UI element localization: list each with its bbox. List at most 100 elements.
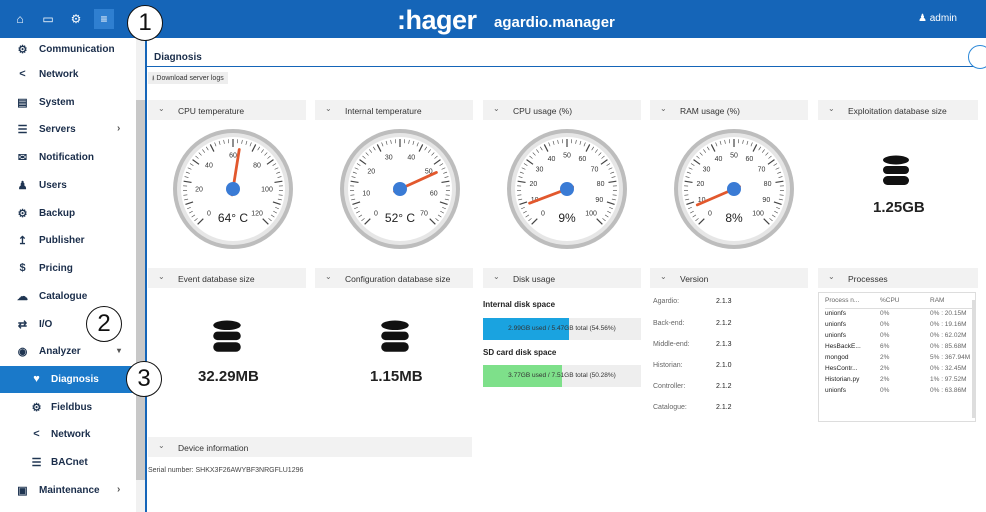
users-icon: ♟ bbox=[17, 180, 28, 192]
cloud-icon: ☁ bbox=[17, 291, 28, 303]
version-name: Catalogue: bbox=[653, 404, 687, 411]
table-row[interactable]: mongod 2% 5% : 367.94M bbox=[825, 352, 973, 363]
gauge-tick-label: 20 bbox=[530, 181, 538, 188]
sliders-icon[interactable]: ≡ bbox=[94, 9, 114, 29]
processes-table: Process n... %CPU RAM unionfs 0% 0% : 20.1… bbox=[825, 293, 973, 396]
version-value: 2.1.2 bbox=[716, 404, 732, 411]
sidebar-item-diagnosis[interactable]: ♥ Diagnosis bbox=[0, 366, 136, 393]
sidebar-item-servers[interactable]: ☰ Servers › bbox=[0, 116, 136, 143]
panel-disk-usage[interactable]: ⌄ Disk usage bbox=[483, 268, 641, 288]
home-icon[interactable]: ⌂ bbox=[10, 9, 30, 29]
internal-disk-bar: 2.99GB used / 5.47GB total (54.56%) bbox=[483, 318, 641, 340]
system-icon: ▤ bbox=[17, 97, 28, 109]
search-button[interactable] bbox=[968, 45, 986, 69]
sidebar-item-backup[interactable]: ⚙ Backup bbox=[0, 200, 136, 227]
column-header[interactable]: RAM bbox=[930, 293, 973, 309]
table-row[interactable]: HesBackE... 6% 0% : 85.68M bbox=[825, 341, 973, 352]
chevron-down-icon: ⌄ bbox=[325, 272, 332, 281]
gauge-tick-label: 60 bbox=[430, 190, 438, 197]
panel-cpu-temperature[interactable]: ⌄ CPU temperature bbox=[148, 100, 306, 120]
gauge-hub bbox=[226, 182, 240, 196]
process-cpu: 0% bbox=[880, 332, 890, 339]
panel-event-db[interactable]: ⌄ Event database size bbox=[148, 268, 306, 288]
dollar-icon: $ bbox=[19, 262, 26, 274]
version-value: 2.1.0 bbox=[716, 362, 732, 369]
process-name: HesContr... bbox=[825, 365, 858, 372]
panel-device-information[interactable]: ⌄ Device information bbox=[148, 437, 472, 457]
gauge-tick-label: 80 bbox=[764, 181, 772, 188]
sidebar-scrollbar-thumb[interactable] bbox=[136, 100, 145, 480]
processes-table-container[interactable]: Process n... %CPU RAM unionfs 0% 0% : 20.1… bbox=[818, 292, 976, 422]
process-ram: 5% : 367.94M bbox=[930, 354, 971, 361]
table-row[interactable]: unionfs 0% 0% : 20.15M bbox=[825, 308, 973, 319]
internal-temperature-gauge: 0102030 4050607052° C bbox=[340, 129, 460, 249]
download-logs-button[interactable]: ⭳ Download server logs bbox=[148, 72, 228, 84]
sidebar-item-catalogue[interactable]: ☁ Catalogue bbox=[0, 283, 136, 310]
sidebar-item-fieldbus[interactable]: ⚙ Fieldbus bbox=[0, 394, 136, 421]
table-row[interactable]: unionfs 0% 0% : 63.86M bbox=[825, 385, 973, 396]
sidebar-divider bbox=[145, 38, 147, 512]
panel-title: Device information bbox=[178, 443, 249, 453]
arrows-icon: ⇄ bbox=[17, 319, 28, 331]
gauge-value: 8% bbox=[725, 211, 743, 225]
sidebar-item-network[interactable]: < Network bbox=[0, 61, 136, 88]
panel-configuration-db[interactable]: ⌄ Configuration database size bbox=[315, 268, 473, 288]
panel-cpu-usage[interactable]: ⌄ CPU usage (%) bbox=[483, 100, 641, 120]
chevron-down-icon: ▾ bbox=[117, 346, 122, 355]
sidebar-item-communication[interactable]: ⚙ Communication bbox=[0, 36, 136, 63]
chevron-down-icon: ⌄ bbox=[828, 272, 835, 281]
title-divider bbox=[147, 66, 986, 67]
sidebar-item-network-sub[interactable]: < Network bbox=[0, 421, 136, 448]
chevron-down-icon: ⌄ bbox=[493, 104, 500, 113]
table-row[interactable]: HesContr... 2% 0% : 32.45M bbox=[825, 363, 973, 374]
gauge-tick-label: 100 bbox=[752, 211, 764, 218]
process-ram: 1% : 97.52M bbox=[930, 376, 967, 383]
cogs-icon[interactable]: ⚙ bbox=[66, 9, 86, 29]
gauge-hub bbox=[393, 182, 407, 196]
sidebar-item-system[interactable]: ▤ System bbox=[0, 89, 136, 116]
user-menu[interactable]: ♟ admin bbox=[918, 13, 957, 24]
panel-title: CPU temperature bbox=[178, 106, 245, 116]
chevron-down-icon: ⌄ bbox=[158, 104, 165, 113]
database-icon bbox=[883, 155, 909, 185]
gauge-tick-label: 0 bbox=[374, 211, 378, 218]
sidebar-item-notification[interactable]: ✉ Notification bbox=[0, 144, 136, 171]
processes-scrollbar[interactable] bbox=[972, 300, 976, 418]
panel-internal-temperature[interactable]: ⌄ Internal temperature bbox=[315, 100, 473, 120]
monitor-icon[interactable]: ▭ bbox=[38, 9, 58, 29]
sidebar-item-label: Communication bbox=[39, 44, 115, 55]
panel-version[interactable]: ⌄ Version bbox=[650, 268, 808, 288]
table-row[interactable]: unionfs 0% 0% : 19.16M bbox=[825, 319, 973, 330]
internal-disk-text: 2.99GB used / 5.47GB total (54.56%) bbox=[508, 325, 616, 332]
sidebar-item-users[interactable]: ♟ Users bbox=[0, 172, 136, 199]
panel-processes[interactable]: ⌄ Processes bbox=[818, 268, 978, 288]
sd-disk-bar: 3.77GB used / 7.51GB total (50.28%) bbox=[483, 365, 641, 387]
table-row[interactable]: unionfs 0% 0% : 62.02M bbox=[825, 330, 973, 341]
process-ram: 0% : 32.45M bbox=[930, 365, 967, 372]
brand-logo: :hager bbox=[397, 5, 477, 35]
panel-exploitation-db[interactable]: ⌄ Exploitation database size bbox=[818, 100, 978, 120]
gauge-tick-label: 10 bbox=[362, 190, 370, 197]
table-row[interactable]: Historian.py 2% 1% : 97.52M bbox=[825, 374, 973, 385]
share-icon: < bbox=[19, 68, 26, 80]
panel-title: Disk usage bbox=[513, 274, 556, 284]
panel-title: Processes bbox=[848, 274, 888, 284]
sidebar-item-pricing[interactable]: $ Pricing bbox=[0, 255, 136, 282]
chevron-right-icon: › bbox=[117, 123, 121, 134]
panel-title: Configuration database size bbox=[345, 274, 451, 284]
process-name: HesBackE... bbox=[825, 343, 861, 350]
column-header[interactable]: Process n... bbox=[825, 293, 880, 309]
sd-disk-label: SD card disk space bbox=[483, 348, 557, 357]
envelope-icon: ✉ bbox=[17, 152, 28, 164]
column-header[interactable]: %CPU bbox=[880, 293, 930, 309]
sidebar-item-label: Network bbox=[51, 429, 91, 440]
sidebar-item-maintenance[interactable]: ▣ Maintenance › bbox=[0, 477, 136, 504]
sidebar-item-analyzer[interactable]: ◉ Analyzer ▾ bbox=[0, 338, 136, 365]
sidebar-item-publisher[interactable]: ↥ Publisher bbox=[0, 227, 136, 254]
gauge-tick-label: 80 bbox=[597, 181, 605, 188]
gauge-tick-label: 120 bbox=[251, 211, 263, 218]
panel-ram-usage[interactable]: ⌄ RAM usage (%) bbox=[650, 100, 808, 120]
gauge-hub bbox=[560, 182, 574, 196]
sidebar-item-bacnet[interactable]: ☰ BACnet bbox=[0, 449, 136, 476]
sidebar-item-label: Catalogue bbox=[39, 291, 88, 302]
